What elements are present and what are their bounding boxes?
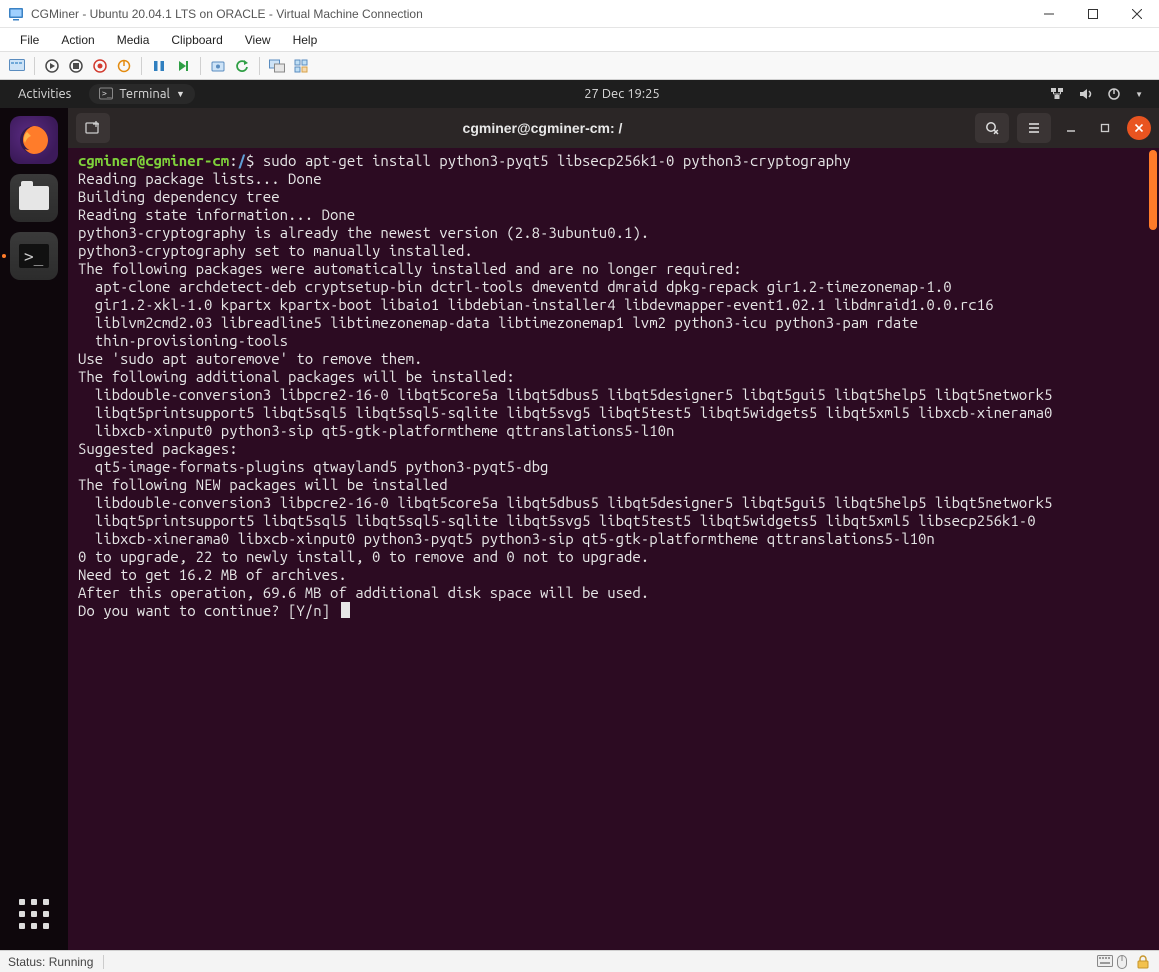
checkpoint-button[interactable] [207,55,229,77]
host-window-title: CGMiner - Ubuntu 20.04.1 LTS on ORACLE -… [31,7,1027,21]
folder-icon [19,186,49,210]
enhanced-session-button[interactable] [266,55,288,77]
show-applications-button[interactable] [12,892,56,936]
chevron-down-icon: ▼ [1135,90,1143,99]
menu-media[interactable]: Media [107,30,160,50]
desktop: >_ cgminer@cgminer-cm: / [0,108,1159,950]
hamburger-menu-button[interactable] [1017,113,1051,143]
ctrl-alt-del-button[interactable] [6,55,28,77]
terminal-icon: >_ [19,244,49,268]
volume-icon [1079,87,1093,101]
toolbar-separator [141,57,142,75]
menu-action[interactable]: Action [51,30,104,50]
vm-status-label: Status: Running [8,955,104,969]
gnome-top-bar: Activities >_ Terminal ▼ 27 Dec 19:25 ▼ [0,80,1159,108]
save-button[interactable] [113,55,135,77]
start-button[interactable] [41,55,63,77]
lock-icon [1137,955,1151,969]
menu-help[interactable]: Help [283,30,328,50]
menu-file[interactable]: File [10,30,49,50]
turn-off-button[interactable] [65,55,87,77]
dock-terminal[interactable]: >_ [10,232,58,280]
host-menubar: File Action Media Clipboard View Help [0,28,1159,52]
host-minimize-button[interactable] [1027,0,1071,28]
dock-firefox[interactable] [10,116,58,164]
terminal-title: cgminer@cgminer-cm: / [118,120,967,136]
network-icon [1049,87,1065,101]
revert-button[interactable] [231,55,253,77]
window-maximize-button[interactable] [1093,116,1117,140]
vm-icon [8,6,24,22]
scrollbar-thumb[interactable] [1149,150,1157,230]
reset-button[interactable] [172,55,194,77]
pause-button[interactable] [148,55,170,77]
dock-files[interactable] [10,174,58,222]
keyboard-icon [1097,955,1111,969]
host-toolbar [0,52,1159,80]
toolbar-separator [259,57,260,75]
activities-button[interactable]: Activities [0,87,89,101]
toolbar-separator [34,57,35,75]
host-close-button[interactable] [1115,0,1159,28]
window-close-button[interactable] [1127,116,1151,140]
app-menu[interactable]: >_ Terminal ▼ [89,84,195,104]
host-maximize-button[interactable] [1071,0,1115,28]
firefox-icon [17,123,51,157]
shutdown-button[interactable] [89,55,111,77]
svg-text:>_: >_ [102,89,112,98]
toolbar-separator [200,57,201,75]
terminal-headerbar: cgminer@cgminer-cm: / [68,108,1159,148]
clock[interactable]: 27 Dec 19:25 [584,87,660,101]
mouse-icon [1117,955,1131,969]
power-icon [1107,87,1121,101]
new-tab-button[interactable] [76,113,110,143]
host-titlebar: CGMiner - Ubuntu 20.04.1 LTS on ORACLE -… [0,0,1159,28]
chevron-down-icon: ▼ [176,89,185,99]
dock: >_ [0,108,68,950]
guest-screen: Activities >_ Terminal ▼ 27 Dec 19:25 ▼ [0,80,1159,950]
system-menu[interactable]: ▼ [1049,87,1159,101]
terminal-icon: >_ [99,87,113,101]
app-menu-label: Terminal [119,87,170,101]
terminal-window: cgminer@cgminer-cm: / cgminer@cgminer-cm… [68,108,1159,950]
window-minimize-button[interactable] [1059,116,1083,140]
search-button[interactable] [975,113,1009,143]
host-status-bar: Status: Running [0,950,1159,972]
share-button[interactable] [290,55,312,77]
menu-view[interactable]: View [235,30,281,50]
terminal-output[interactable]: cgminer@cgminer-cm:/$ sudo apt-get insta… [68,148,1159,950]
menu-clipboard[interactable]: Clipboard [161,30,232,50]
